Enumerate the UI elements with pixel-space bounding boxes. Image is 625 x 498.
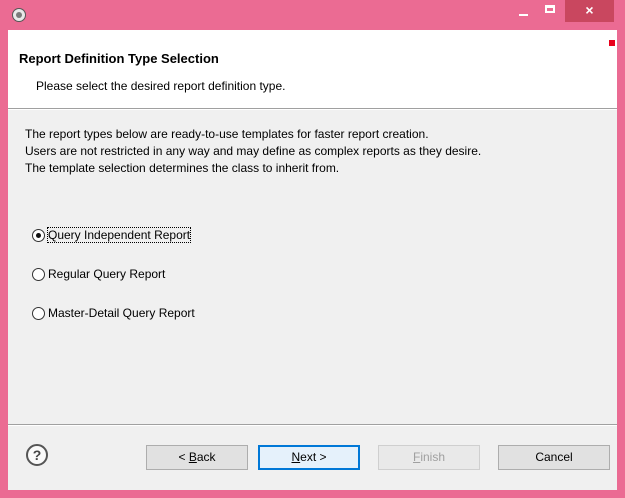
- wizard-window: × Report Definition Type Selection Pleas…: [0, 0, 625, 498]
- maximize-icon: [545, 5, 555, 13]
- wizard-header: Report Definition Type Selection Please …: [8, 30, 617, 108]
- page-message: Please select the desired report definit…: [36, 79, 286, 93]
- radio-button-checked[interactable]: [32, 229, 45, 242]
- close-button[interactable]: ×: [565, 0, 614, 22]
- footer-divider-highlight: [8, 425, 617, 426]
- radio-label[interactable]: Regular Query Report: [48, 267, 165, 281]
- page-title: Report Definition Type Selection: [19, 51, 219, 66]
- next-button[interactable]: Next >: [258, 445, 360, 470]
- wizard-body: Report Definition Type Selection Please …: [8, 30, 617, 490]
- finish-button[interactable]: Finish: [378, 445, 480, 470]
- cancel-button[interactable]: Cancel: [498, 445, 610, 470]
- title-bar[interactable]: ×: [0, 0, 625, 30]
- radio-button[interactable]: [32, 307, 45, 320]
- minimize-icon: [518, 14, 528, 16]
- back-button[interactable]: < Back: [146, 445, 248, 470]
- minimize-button[interactable]: [510, 0, 536, 22]
- maximize-button[interactable]: [537, 0, 563, 22]
- description-line-3: The template selection determines the cl…: [25, 161, 340, 175]
- close-icon: ×: [585, 2, 594, 18]
- header-image-marker: [609, 40, 615, 46]
- app-icon: [12, 8, 26, 22]
- help-icon[interactable]: ?: [26, 444, 48, 466]
- radio-button[interactable]: [32, 268, 45, 281]
- description-line-1: The report types below are ready-to-use …: [25, 127, 429, 141]
- radio-label[interactable]: Master-Detail Query Report: [48, 306, 195, 320]
- header-divider-highlight: [8, 109, 617, 110]
- description-line-2: Users are not restricted in any way and …: [25, 144, 482, 158]
- radio-label[interactable]: Query Independent Report: [46, 227, 192, 243]
